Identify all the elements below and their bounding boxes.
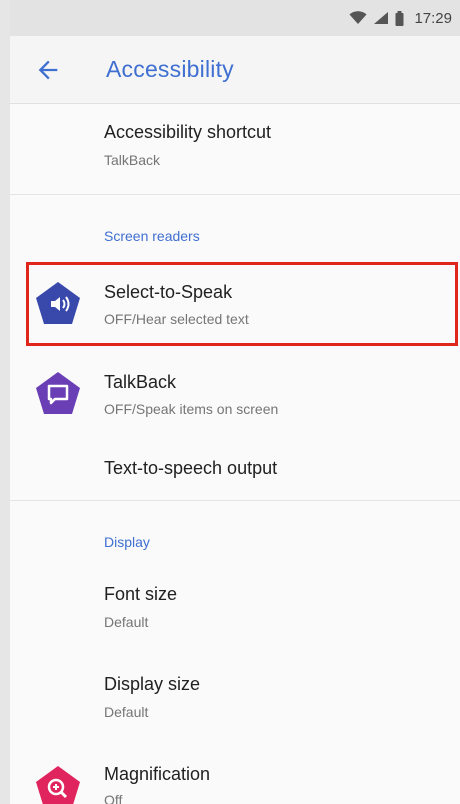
item-title: TalkBack	[104, 372, 177, 392]
item-title: Accessibility shortcut	[104, 122, 272, 142]
talkback-item[interactable]: TalkBack OFF/Speak items on screen	[10, 352, 460, 436]
display-size-item[interactable]: Display size Default	[10, 658, 460, 744]
item-summary: Default	[104, 614, 149, 630]
accessibility-shortcut-item[interactable]: Accessibility shortcut TalkBack	[10, 104, 460, 194]
item-title: Display size	[104, 674, 201, 694]
select-to-speak-icon	[36, 282, 80, 324]
select-to-speak-item[interactable]: Select-to-Speak OFF/Hear selected text	[10, 262, 460, 346]
app-bar: Accessibility	[10, 36, 460, 104]
item-title: Select-to-Speak	[104, 282, 233, 302]
section-header-display: Display	[104, 534, 150, 550]
arrow-back-icon[interactable]	[34, 56, 62, 84]
divider	[10, 194, 460, 195]
item-summary: Default	[104, 704, 149, 720]
battery-icon	[395, 10, 404, 26]
talkback-icon	[36, 372, 80, 414]
item-summary: Off	[104, 792, 123, 804]
cell-signal-icon	[374, 12, 389, 24]
item-title: Font size	[104, 584, 178, 604]
magnification-item[interactable]: Magnification Off	[10, 748, 460, 804]
magnification-icon	[36, 766, 80, 804]
wifi-icon	[349, 11, 367, 24]
item-title: Magnification	[104, 764, 211, 784]
section-header-screen-readers: Screen readers	[104, 228, 200, 244]
text-to-speech-output-item[interactable]: Text-to-speech output	[10, 436, 460, 500]
status-bar: 17:29	[10, 0, 460, 36]
phone-screen: 17:29 Accessibility Accessibility shortc…	[10, 0, 460, 804]
item-summary: OFF/Speak items on screen	[104, 401, 279, 417]
item-summary: OFF/Hear selected text	[104, 311, 249, 327]
status-time: 17:29	[414, 9, 452, 27]
divider	[10, 500, 460, 501]
page-title: Accessibility	[106, 56, 234, 82]
screen-edge	[0, 0, 10, 804]
item-summary: TalkBack	[104, 152, 161, 168]
item-title: Text-to-speech output	[104, 458, 278, 478]
font-size-item[interactable]: Font size Default	[10, 566, 460, 652]
